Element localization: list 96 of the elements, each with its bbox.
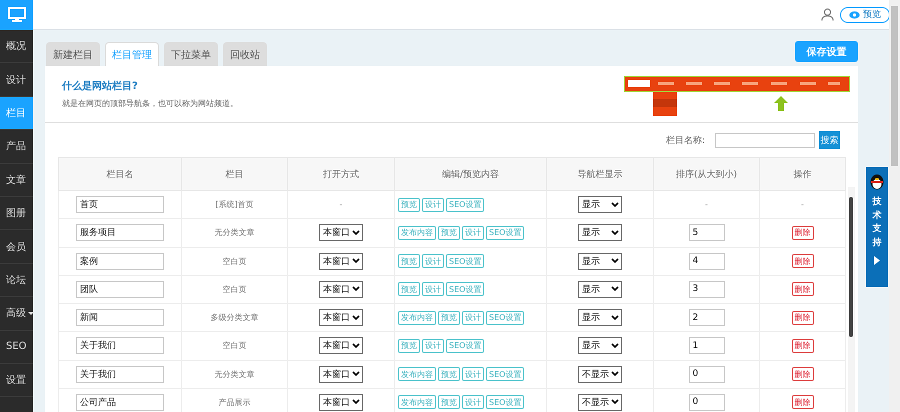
- chevron-icon: [352, 342, 360, 349]
- sidebar-item[interactable]: 概况: [0, 30, 33, 64]
- table-cell: -: [801, 200, 804, 210]
- monitor-icon[interactable]: [8, 7, 26, 23]
- chevron-icon: [352, 314, 360, 321]
- name-field[interactable]: 关于我们: [76, 337, 164, 354]
- column-header: 编辑/预览内容: [394, 158, 546, 190]
- delete-button[interactable]: 删除: [792, 367, 814, 382]
- sidebar-item[interactable]: 设置: [0, 364, 33, 398]
- table-cell: 无分类文章: [182, 360, 288, 388]
- eye-icon: [849, 10, 860, 18]
- sidebar-item[interactable]: 论坛: [0, 264, 33, 298]
- sort-field[interactable]: 4: [688, 252, 724, 270]
- sidebar-item[interactable]: 产品: [0, 130, 33, 164]
- column-header: 排序(从大到小): [654, 158, 760, 190]
- support-panel[interactable]: 技术支持: [866, 167, 888, 287]
- tab[interactable]: 新建栏目: [46, 42, 100, 66]
- name-field[interactable]: 新闻: [76, 309, 164, 326]
- name-field[interactable]: 首页: [76, 196, 164, 214]
- info-description: 就是在网页的顶部导航条，也可以称为网站频道。: [62, 98, 238, 109]
- chevron-icon: [611, 399, 619, 406]
- column-header: 操作: [760, 158, 846, 190]
- name-field[interactable]: 关于我们: [76, 366, 164, 383]
- name-field[interactable]: 团队: [76, 280, 164, 298]
- table-cell: 空白页: [182, 332, 288, 360]
- penguin-icon: [869, 172, 885, 190]
- dropdown[interactable]: 显示: [578, 196, 622, 214]
- arrow-icon: [874, 256, 880, 265]
- chevron-icon: [611, 371, 619, 378]
- name-field[interactable]: 案例: [76, 252, 164, 270]
- dropdown[interactable]: 显示: [578, 309, 622, 326]
- dropdown[interactable]: 本窗口: [319, 224, 363, 242]
- sort-field[interactable]: 0: [688, 394, 724, 411]
- name-field[interactable]: 公司产品: [76, 394, 164, 411]
- table-cell: -: [340, 200, 342, 210]
- chevron-icon: [352, 371, 360, 378]
- info-title: 什么是网站栏目?: [62, 80, 139, 93]
- dropdown[interactable]: 本窗口: [319, 252, 363, 270]
- delete-button[interactable]: 删除: [792, 395, 814, 410]
- search-field[interactable]: [715, 132, 815, 148]
- column-header: 导航栏显示: [546, 158, 654, 190]
- name-field[interactable]: 服务项目: [76, 224, 164, 242]
- table-cell: 多级分类文章: [182, 304, 288, 332]
- column-header: 打开方式: [288, 158, 394, 190]
- column-header: 栏目名: [58, 158, 182, 190]
- sort-field[interactable]: 1: [688, 337, 724, 354]
- chevron-icon: [611, 230, 619, 236]
- column-header: 栏目: [182, 158, 288, 190]
- tab[interactable]: 下拉菜单: [164, 42, 218, 66]
- table-cell: -: [705, 200, 708, 210]
- preview-button[interactable]: 预览: [840, 6, 890, 22]
- delete-button[interactable]: 删除: [792, 226, 814, 240]
- dropdown[interactable]: 显示: [578, 280, 622, 298]
- chevron-icon: [611, 258, 619, 264]
- sort-field[interactable]: 5: [688, 224, 724, 242]
- chevron-icon: [352, 286, 360, 292]
- table-cell: [系统]首页: [182, 190, 288, 219]
- chevron-icon: [352, 230, 360, 236]
- dropdown[interactable]: 本窗口: [319, 394, 363, 411]
- dropdown[interactable]: 不显示: [578, 366, 622, 383]
- sort-field[interactable]: 0: [688, 366, 724, 383]
- chevron-icon: [352, 399, 360, 406]
- delete-button[interactable]: 删除: [792, 310, 814, 325]
- dropdown[interactable]: 显示: [578, 224, 622, 242]
- dropdown[interactable]: 本窗口: [319, 280, 363, 298]
- table-cell: 无分类文章: [182, 218, 288, 247]
- dropdown[interactable]: 显示: [578, 252, 622, 270]
- chevron-icon: [611, 286, 619, 292]
- search-button[interactable]: 搜索: [819, 131, 840, 149]
- support-label: 技术支持: [872, 196, 882, 250]
- search-label: 栏目名称:: [666, 134, 705, 146]
- sidebar-item[interactable]: 文章: [0, 164, 33, 197]
- sidebar-item[interactable]: 高级: [0, 297, 33, 331]
- chevron-icon: [611, 314, 619, 321]
- delete-button[interactable]: 删除: [792, 282, 814, 296]
- chevron-icon: [611, 342, 619, 349]
- delete-button[interactable]: 删除: [792, 338, 814, 353]
- sidebar-item[interactable]: 会员: [0, 230, 33, 264]
- sidebar-item[interactable]: 图册: [0, 196, 33, 230]
- table-cell: 空白页: [182, 247, 288, 276]
- dropdown[interactable]: 不显示: [578, 394, 622, 411]
- dropdown[interactable]: 显示: [578, 337, 622, 354]
- scrollbar[interactable]: [889, 0, 900, 412]
- dropdown[interactable]: 本窗口: [319, 309, 363, 326]
- tab[interactable]: 回收站: [223, 42, 267, 66]
- table-cell: 空白页: [182, 275, 288, 304]
- dropdown[interactable]: 本窗口: [319, 366, 363, 383]
- user-icon[interactable]: [821, 8, 834, 21]
- dropdown[interactable]: 本窗口: [319, 337, 363, 354]
- sort-field[interactable]: 3: [688, 280, 724, 298]
- sidebar-item[interactable]: SEO: [0, 330, 33, 364]
- chevron-icon: [611, 202, 619, 208]
- scrollbar[interactable]: [848, 187, 855, 412]
- sort-field[interactable]: 2: [688, 309, 724, 326]
- chevron-icon: [352, 258, 360, 264]
- delete-button[interactable]: 删除: [792, 254, 814, 268]
